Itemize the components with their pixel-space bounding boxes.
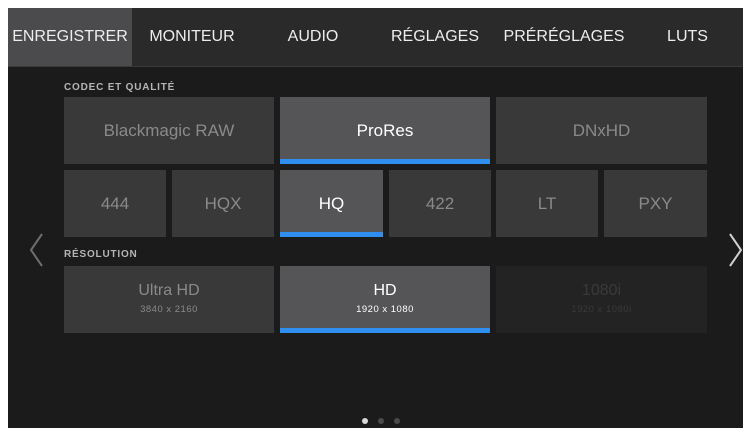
resolution-option-label: HD: [373, 282, 397, 299]
codec-section-label: CODEC ET QUALITÉ: [64, 82, 176, 93]
resolution-option-dimensions: 1920 x 1080i: [571, 304, 632, 315]
page-dot-2[interactable]: [378, 418, 384, 424]
resolution-option-dimensions: 1920 x 1080: [356, 304, 414, 315]
page-indicator: [362, 418, 422, 426]
resolution-option-label: Ultra HD: [138, 282, 200, 299]
tab-enregistrer[interactable]: ENREGISTRER: [8, 8, 132, 66]
resolution-option-1080i: 1080i 1920 x 1080i: [496, 266, 707, 333]
page-dot-3[interactable]: [394, 418, 400, 424]
codec-option-blackmagic-raw[interactable]: Blackmagic RAW: [64, 97, 274, 164]
tab-reglages[interactable]: RÉGLAGES: [374, 8, 496, 66]
resolution-option-label: 1080i: [581, 282, 622, 299]
quality-option-hqx[interactable]: HQX: [172, 170, 274, 237]
codec-option-label: DNxHD: [572, 121, 631, 140]
resolution-option-ultra-hd[interactable]: Ultra HD 3840 x 2160: [64, 266, 274, 333]
tab-moniteur[interactable]: MONITEUR: [132, 8, 252, 66]
codec-option-label: Blackmagic RAW: [103, 121, 235, 140]
resolution-section-label: RÉSOLUTION: [64, 249, 138, 260]
tab-luts[interactable]: LUTS: [632, 8, 743, 66]
resolution-option-dimensions: 3840 x 2160: [140, 304, 198, 315]
record-settings-screen: ENREGISTRER MONITEUR AUDIO RÉGLAGES PRÉR…: [8, 8, 743, 428]
quality-option-label: 422: [425, 194, 455, 213]
chevron-left-icon[interactable]: [26, 230, 48, 270]
codec-option-dnxhd[interactable]: DNxHD: [496, 97, 707, 164]
quality-option-label: 444: [100, 194, 130, 213]
quality-option-444[interactable]: 444: [64, 170, 166, 237]
tab-audio[interactable]: AUDIO: [252, 8, 374, 66]
codec-option-prores[interactable]: ProRes: [280, 97, 490, 164]
quality-option-hq[interactable]: HQ: [280, 170, 383, 237]
quality-option-422[interactable]: 422: [389, 170, 491, 237]
quality-option-label: HQX: [204, 194, 242, 213]
quality-option-pxy[interactable]: PXY: [604, 170, 707, 237]
tab-bar: ENREGISTRER MONITEUR AUDIO RÉGLAGES PRÉR…: [8, 8, 743, 67]
quality-option-label: PXY: [638, 194, 673, 213]
tab-prereglages[interactable]: PRÉRÉGLAGES: [496, 8, 632, 66]
page-dot-1[interactable]: [362, 418, 368, 424]
resolution-option-hd[interactable]: HD 1920 x 1080: [280, 266, 490, 333]
codec-option-label: ProRes: [356, 121, 414, 140]
quality-option-label: HQ: [318, 194, 345, 213]
quality-option-lt[interactable]: LT: [496, 170, 598, 237]
quality-option-label: LT: [537, 194, 557, 213]
chevron-right-icon[interactable]: [725, 230, 743, 270]
